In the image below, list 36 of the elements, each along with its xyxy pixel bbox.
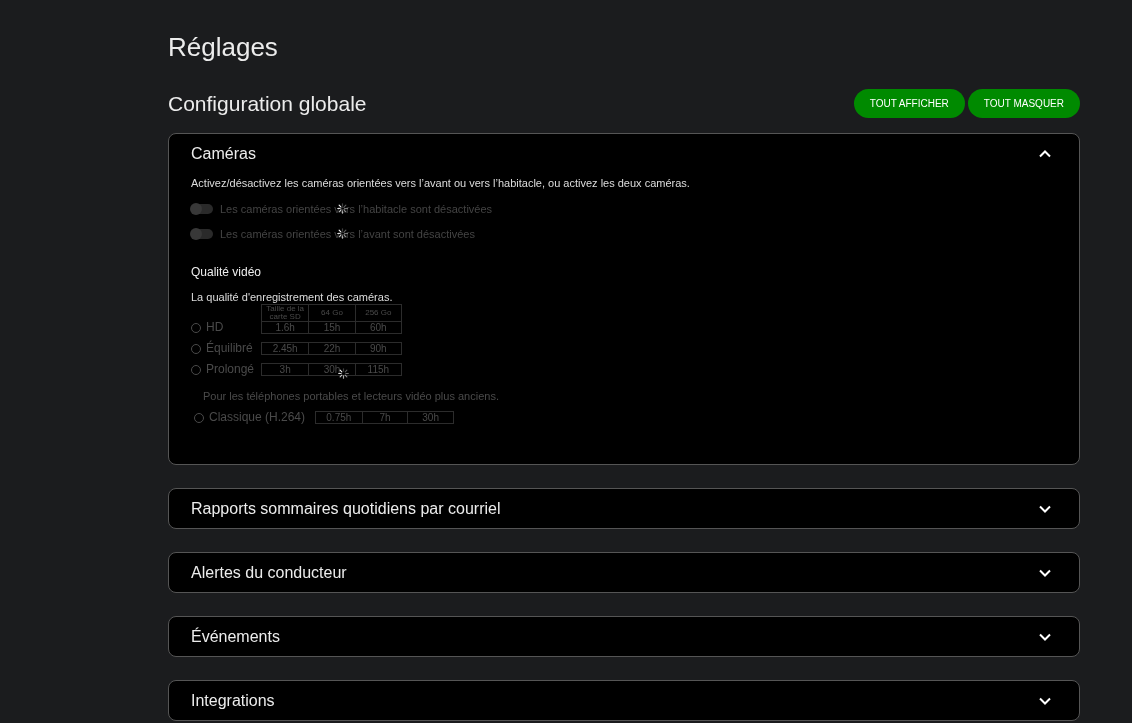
table-cell: 115h [354,364,401,375]
toggle-label: Les caméras orientées vers l’avant sont désactivées [220,227,475,241]
show-all-button[interactable]: TOUT AFFICHER [853,89,965,118]
subsection-title: Qualité vidéo [191,264,263,280]
option-label: Classique (H.264) [209,411,306,424]
table-cell: 7h [361,412,408,423]
option-label: HD [206,321,224,334]
table-cell: 60h [354,322,401,333]
table-cell-text: 0.75h [325,412,353,423]
legacy-note: Pour les téléphones portables et lecteurs vidéo plus anciens. [203,389,500,403]
table-cell: 30h [407,412,453,423]
panel-description: Activez/désactivez les caméras orientées vers l’avant ou vers l’habitacle, ou activez les deux caméras. [191,176,691,190]
chevron-down-icon[interactable] [1039,568,1051,577]
toggle-label: Les caméras orientées vers l’habitacle sont désactivées [220,202,493,216]
panel-header[interactable]: Caméras [169,134,1079,173]
panel-header[interactable]: Integrations [169,681,1079,720]
table-cell-text: 1.6h [274,322,296,333]
hide-all-button[interactable]: TOUT MASQUER [967,89,1080,118]
section-title: Configuration globale [168,90,367,117]
panel-header[interactable]: Rapports sommaires quotidiens par courriel [169,489,1079,528]
table-cell: 15h [308,322,355,333]
table-cell: 90h [354,343,401,354]
table-cell: 22h [308,343,355,354]
chevron-down-icon[interactable] [1039,504,1051,513]
page-title: Réglages [168,31,278,63]
subsection-description: La qualité d'enregistrement des caméras. [191,290,394,304]
chevron-down-icon[interactable] [1039,696,1051,705]
table-cell-text: 3h [278,364,292,375]
panel-header[interactable]: Alertes du conducteur [169,553,1079,592]
table-cell: 30h [308,364,355,375]
panel-header[interactable]: Événements [169,617,1079,656]
table-cell-text: 2.45h [271,343,299,354]
option-label: Prolongé [206,363,255,376]
chevron-down-icon[interactable] [1039,632,1051,641]
chevron-up-icon[interactable] [1039,149,1051,158]
option-label: Équilibré [206,342,253,355]
